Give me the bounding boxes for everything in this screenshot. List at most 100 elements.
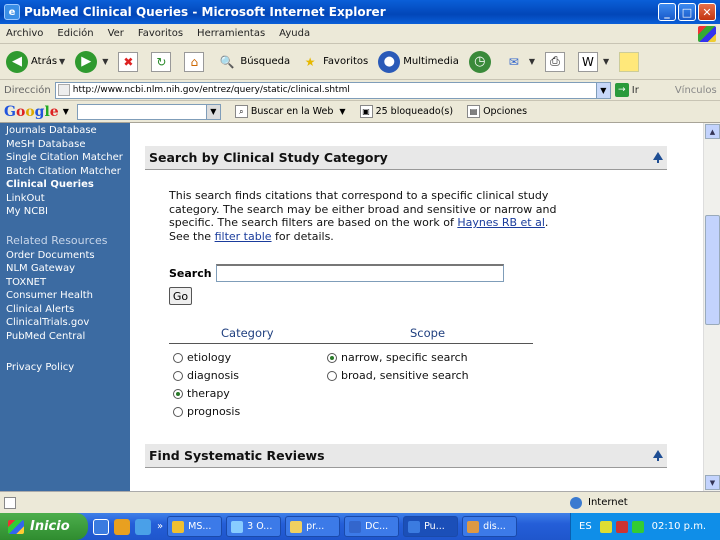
close-button[interactable]: ✕ <box>698 3 716 21</box>
sidebar-item-mesh[interactable]: MeSH Database <box>6 138 130 152</box>
task-pubmed[interactable]: Pu... <box>403 516 459 537</box>
radio-button[interactable] <box>327 370 337 381</box>
sidebar-item-toxnet[interactable]: TOXNET <box>6 276 130 290</box>
chevron-down-icon[interactable]: ▼ <box>595 82 610 98</box>
category-etiology[interactable]: etiology <box>173 351 231 364</box>
sidebar-item-nlm-gateway[interactable]: NLM Gateway <box>6 262 130 276</box>
desktop-quicklaunch-icon[interactable] <box>135 518 151 535</box>
menu-ver[interactable]: Ver <box>108 28 124 39</box>
favorites-button[interactable]: ★ Favoritos <box>300 52 369 72</box>
back-button[interactable]: ◀ Atrás ▼ <box>6 50 65 73</box>
zone-label: Internet <box>588 497 628 508</box>
address-bar: Dirección http://www.ncbi.nlm.nih.gov/en… <box>0 80 720 101</box>
sidebar-item-privacy-policy[interactable]: Privacy Policy <box>6 361 130 375</box>
radio-button-selected[interactable] <box>173 388 183 399</box>
radio-button[interactable] <box>173 370 183 381</box>
task-ms[interactable]: MS... <box>167 516 223 537</box>
edit-button[interactable]: W ▼ <box>577 51 610 72</box>
sidebar-item-order-documents[interactable]: Order Documents <box>6 249 130 263</box>
search-input[interactable] <box>215 264 504 282</box>
google-toolbar: Google ▼ ▼ ⌕ Buscar en la Web ▼ ▣ 25 blo… <box>0 101 720 123</box>
go-arrow-icon[interactable]: → <box>614 83 629 97</box>
address-input[interactable]: http://www.ncbi.nlm.nih.gov/entrez/query… <box>54 81 611 99</box>
radio-button[interactable] <box>173 406 183 417</box>
media-button[interactable]: ● Multimedia <box>378 50 459 73</box>
stop-button[interactable]: ✖ <box>118 51 141 72</box>
media-label: Multimedia <box>403 56 459 67</box>
google-search-input[interactable] <box>76 103 207 120</box>
google-logo[interactable]: Google <box>4 104 59 120</box>
go-label[interactable]: Ir <box>632 85 639 96</box>
clinical-category-section-header: Search by Clinical Study Category <box>145 146 667 170</box>
maximize-button[interactable]: □ <box>678 3 696 21</box>
chevron-down-icon[interactable]: ▼ <box>206 103 221 120</box>
task-3o[interactable]: 3 O... <box>226 516 282 537</box>
radio-button-selected[interactable] <box>327 352 337 363</box>
sidebar-item-journals[interactable]: Journals Database <box>6 124 130 138</box>
ie-quicklaunch-icon[interactable] <box>93 518 109 535</box>
sidebar-item-clinical-alerts[interactable]: Clinical Alerts <box>6 303 130 317</box>
internet-globe-icon <box>570 496 582 509</box>
sidebar-item-clinical-queries[interactable]: Clinical Queries <box>6 178 130 192</box>
windows-logo-icon <box>698 25 716 42</box>
sidebar-item-linkout[interactable]: LinkOut <box>6 192 130 206</box>
print-button[interactable]: ⎙ <box>544 51 568 72</box>
blocked-label: 25 bloqueado(s) <box>375 106 454 117</box>
up-arrow-icon[interactable] <box>653 450 663 461</box>
menu-herramientas[interactable]: Herramientas <box>197 28 265 39</box>
search-button[interactable]: 🔍 Búsqueda <box>217 52 290 72</box>
sidebar-item-pubmed-central[interactable]: PubMed Central <box>6 330 130 344</box>
task-pr[interactable]: pr... <box>285 516 341 537</box>
menu-favoritos[interactable]: Favoritos <box>138 28 183 39</box>
menu-ayuda[interactable]: Ayuda <box>279 28 310 39</box>
tray-icon[interactable] <box>599 520 612 533</box>
google-search-web-button[interactable]: ⌕ Buscar en la Web ▼ <box>234 105 346 118</box>
mail-quicklaunch-icon[interactable] <box>114 518 130 535</box>
refresh-button[interactable]: ↻ <box>151 51 174 72</box>
tray-icon[interactable] <box>615 520 628 533</box>
menu-archivo[interactable]: Archivo <box>6 28 43 39</box>
history-button[interactable]: ◷ <box>468 50 494 73</box>
scroll-thumb[interactable] <box>705 215 720 325</box>
category-diagnosis[interactable]: diagnosis <box>173 369 239 382</box>
go-button[interactable]: Go <box>169 287 192 305</box>
ie-icon <box>408 520 421 533</box>
haynes-link[interactable]: Haynes RB et al <box>457 216 545 229</box>
language-indicator[interactable]: ES <box>579 521 592 532</box>
task-dis[interactable]: dis... <box>462 516 518 537</box>
sidebar-item-single-citation[interactable]: Single Citation Matcher <box>6 151 130 165</box>
sidebar-item-batch-citation[interactable]: Batch Citation Matcher <box>6 165 130 179</box>
vertical-scrollbar[interactable]: ▲ ▼ <box>703 123 720 491</box>
scope-narrow[interactable]: narrow, specific search <box>327 351 468 364</box>
ie-page-icon: e <box>4 4 20 20</box>
chevron-down-icon: ▼ <box>602 57 610 66</box>
google-options-button[interactable]: ▤ Opciones <box>467 105 527 118</box>
scroll-up-icon[interactable]: ▲ <box>705 124 720 139</box>
minimize-button[interactable]: _ <box>658 3 676 21</box>
menu-edicion[interactable]: Edición <box>57 28 93 39</box>
chevron-down-icon[interactable]: ▼ <box>63 107 69 116</box>
task-dc[interactable]: DC... <box>344 516 400 537</box>
radio-button[interactable] <box>173 352 183 363</box>
sidebar-item-clinicaltrials[interactable]: ClinicalTrials.gov <box>6 316 130 330</box>
sidebar-item-consumer-health[interactable]: Consumer Health <box>6 289 130 303</box>
mail-button[interactable]: ✉ ▼ <box>504 52 535 72</box>
sidebar-item-my-ncbi[interactable]: My NCBI <box>6 205 130 219</box>
toolbar: ◀ Atrás ▼ ▶ ▼ ✖ ↻ ⌂ 🔍 Búsqueda ★ Favorit… <box>0 44 720 80</box>
tray-icon[interactable] <box>631 520 644 533</box>
forward-button[interactable]: ▶ ▼ <box>75 50 108 73</box>
chevron-down-icon: ▼ <box>339 107 346 116</box>
category-prognosis[interactable]: prognosis <box>173 405 240 418</box>
links-label[interactable]: Vínculos <box>675 85 717 96</box>
chevron-right-icon[interactable]: » <box>157 521 163 532</box>
filter-table-link[interactable]: filter table <box>215 230 272 243</box>
notes-button[interactable] <box>619 51 642 72</box>
start-button[interactable]: Inicio <box>0 513 88 540</box>
scroll-down-icon[interactable]: ▼ <box>705 475 720 490</box>
home-button[interactable]: ⌂ <box>184 51 207 72</box>
scope-broad[interactable]: broad, sensitive search <box>327 369 469 382</box>
word-icon <box>349 520 362 533</box>
popup-blocked-button[interactable]: ▣ 25 bloqueado(s) <box>359 105 454 118</box>
category-therapy[interactable]: therapy <box>173 387 230 400</box>
up-arrow-icon[interactable] <box>653 152 663 163</box>
